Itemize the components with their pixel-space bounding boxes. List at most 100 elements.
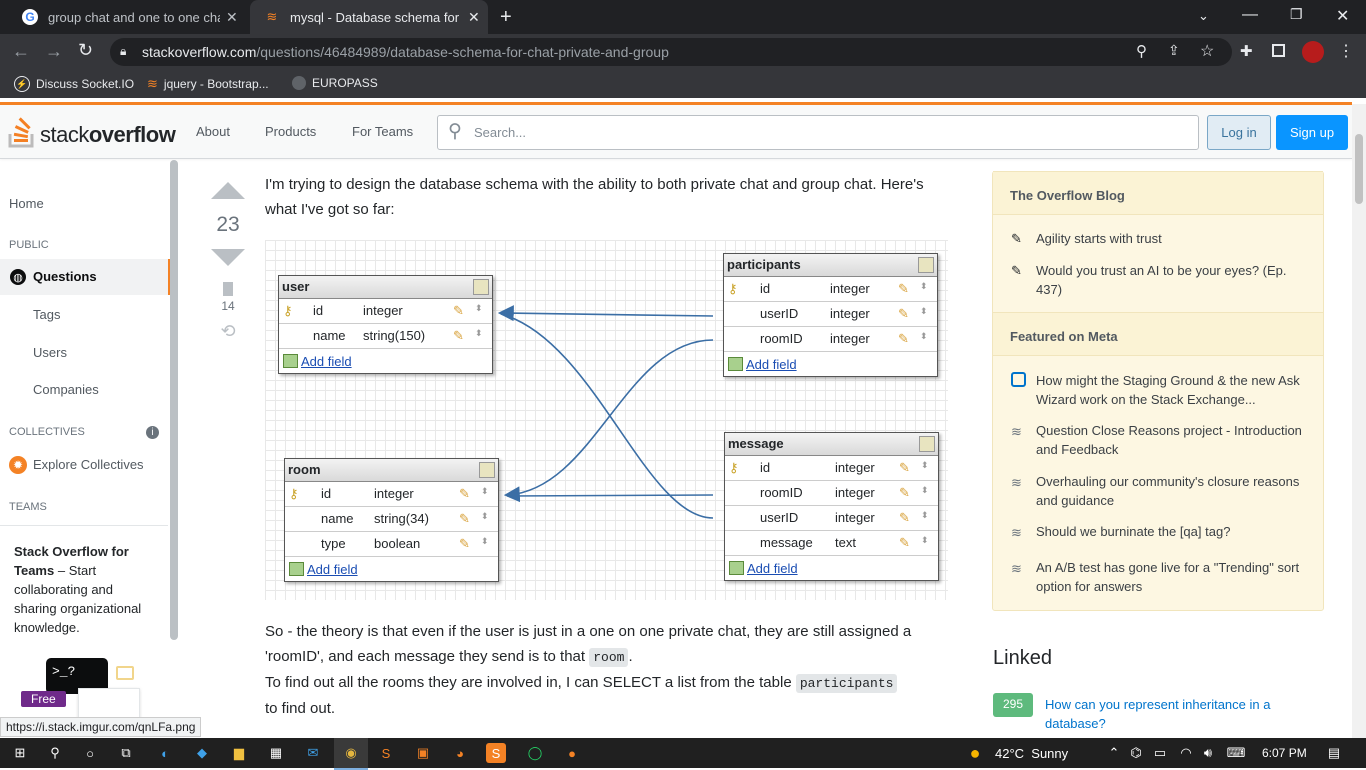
app-icon[interactable]: ▣ xyxy=(413,743,433,763)
firefox-icon[interactable]: ◕ xyxy=(450,743,470,763)
weather-text[interactable]: 42°C Sunny xyxy=(995,746,1068,761)
zoom-icon[interactable]: ⚲ xyxy=(1136,42,1147,60)
search-icon[interactable]: ⚲ xyxy=(45,743,65,763)
page-scrollbar[interactable] xyxy=(1352,104,1366,738)
meta-item-link[interactable]: Overhauling our community's closure reas… xyxy=(1036,473,1306,510)
volume-icon[interactable]: 🔊︎ xyxy=(1198,743,1218,763)
sort-icon[interactable]: ⬍ xyxy=(475,303,483,314)
nav-tags[interactable]: Tags xyxy=(33,307,60,322)
sort-icon[interactable]: ⬍ xyxy=(921,535,929,546)
task-view-icon[interactable]: ⧉ xyxy=(116,743,136,763)
file-explorer-icon[interactable]: ▆ xyxy=(229,743,249,763)
whatsapp-icon[interactable]: ◯ xyxy=(525,743,545,763)
bookmark-item[interactable]: ≋ jquery - Bootstrap... xyxy=(147,76,269,92)
info-icon[interactable]: i xyxy=(146,426,159,439)
url-bar[interactable]: 🔒︎ stackoverflow.com/questions/46484989/… xyxy=(110,38,1232,66)
bookmark-icon[interactable] xyxy=(223,282,233,296)
vscode-icon[interactable]: ◆ xyxy=(192,743,212,763)
meta-item-link[interactable]: Should we burninate the [qa] tag? xyxy=(1036,523,1306,542)
blog-item-link[interactable]: Agility starts with trust xyxy=(1036,230,1306,249)
pencil-icon[interactable]: ✎ xyxy=(459,511,470,527)
sort-icon[interactable]: ⬍ xyxy=(481,486,489,497)
share-icon[interactable]: ⇪ xyxy=(1168,42,1180,59)
close-tab-icon[interactable]: ✕ xyxy=(226,9,238,26)
left-nav-scrollbar[interactable] xyxy=(170,160,178,640)
nav-explore-collectives[interactable]: Explore Collectives xyxy=(33,457,144,472)
sidepanel-icon[interactable] xyxy=(1272,44,1285,57)
blog-item-link[interactable]: Would you trust an AI to be your eyes? (… xyxy=(1036,262,1306,299)
nav-questions[interactable]: ◍ Questions xyxy=(0,259,171,295)
linked-question-link[interactable]: How can you represent inheritance in a d… xyxy=(1045,695,1315,733)
stackoverflow-logo[interactable]: stackoverflow xyxy=(8,114,176,153)
close-window-icon[interactable]: ✕ xyxy=(1336,6,1349,26)
close-tab-icon[interactable]: ✕ xyxy=(468,9,480,26)
downvote-icon[interactable] xyxy=(211,249,245,266)
app-icon[interactable]: S xyxy=(486,743,506,763)
nav-about[interactable]: About xyxy=(196,124,230,139)
windows-start-icon[interactable]: ⊞ xyxy=(10,743,30,763)
new-tab-icon[interactable]: + xyxy=(500,6,512,29)
bookmark-item[interactable]: EUROPASS xyxy=(292,76,378,90)
sort-icon[interactable]: ⬍ xyxy=(921,460,929,471)
add-field[interactable]: Add field xyxy=(724,352,937,376)
nav-for-teams[interactable]: For Teams xyxy=(352,124,413,139)
notifications-icon[interactable]: ▤ xyxy=(1324,743,1344,763)
pencil-icon[interactable]: ✎ xyxy=(899,510,910,526)
pencil-icon[interactable]: ✎ xyxy=(453,328,464,344)
pencil-icon[interactable]: ✎ xyxy=(898,306,909,322)
meta-item-link[interactable]: An A/B test has gone live for a "Trendin… xyxy=(1036,559,1306,596)
sort-icon[interactable]: ⬍ xyxy=(920,281,928,292)
pencil-icon[interactable]: ✎ xyxy=(459,486,470,502)
sort-icon[interactable]: ⬍ xyxy=(920,306,928,317)
wifi-icon[interactable]: ◠ xyxy=(1176,743,1196,763)
cortana-icon[interactable]: ○ xyxy=(80,743,100,763)
edit-table-icon[interactable] xyxy=(473,279,489,295)
pencil-icon[interactable]: ✎ xyxy=(898,281,909,297)
back-icon[interactable]: ← xyxy=(12,41,30,62)
pencil-icon[interactable]: ✎ xyxy=(459,536,470,552)
sort-icon[interactable]: ⬍ xyxy=(481,536,489,547)
nav-products[interactable]: Products xyxy=(265,124,316,139)
scrollbar-thumb[interactable] xyxy=(1355,134,1363,204)
extensions-icon[interactable]: ✚ xyxy=(1240,42,1253,60)
sort-icon[interactable]: ⬍ xyxy=(921,485,929,496)
add-field[interactable]: Add field xyxy=(725,556,938,580)
nav-users[interactable]: Users xyxy=(33,345,67,360)
add-field[interactable]: Add field xyxy=(279,349,492,373)
nav-home[interactable]: Home xyxy=(9,196,44,211)
pencil-icon[interactable]: ✎ xyxy=(899,485,910,501)
edit-table-icon[interactable] xyxy=(918,257,934,273)
edit-table-icon[interactable] xyxy=(919,436,935,452)
nav-companies[interactable]: Companies xyxy=(33,382,99,397)
mail-icon[interactable]: ✉ xyxy=(303,743,323,763)
clock-time[interactable]: 6:07 PM xyxy=(1262,746,1307,760)
bookmark-star-icon[interactable]: ☆ xyxy=(1200,41,1214,61)
restore-icon[interactable]: ❐ xyxy=(1290,6,1303,23)
upvote-icon[interactable] xyxy=(211,182,245,199)
tray-chevron-icon[interactable]: ⌃ xyxy=(1104,743,1124,763)
add-field[interactable]: Add field xyxy=(285,557,498,581)
sort-icon[interactable]: ⬍ xyxy=(475,328,483,339)
search-input[interactable]: ⚲ Search... xyxy=(437,115,1199,150)
signup-button[interactable]: Sign up xyxy=(1276,115,1348,150)
profile-avatar[interactable] xyxy=(1302,41,1324,63)
login-button[interactable]: Log in xyxy=(1207,115,1271,150)
keyboard-icon[interactable]: ⌨ xyxy=(1226,743,1246,763)
edit-table-icon[interactable] xyxy=(479,462,495,478)
browser-tab[interactable]: G group chat and one to one chat ✕ xyxy=(8,0,248,34)
schema-diagram-image[interactable]: user ⚷ id integer ✎ ⬍ name string(150) ✎ ⬍ Add … xyxy=(265,240,948,600)
sublime-icon[interactable]: S xyxy=(376,743,396,763)
battery-icon[interactable]: ▭ xyxy=(1150,743,1170,763)
sort-icon[interactable]: ⬍ xyxy=(920,331,928,342)
menu-icon[interactable]: ⋮ xyxy=(1338,41,1354,61)
pencil-icon[interactable]: ✎ xyxy=(453,303,464,319)
history-icon[interactable]: ⟲ xyxy=(205,321,251,342)
reload-icon[interactable]: ↻ xyxy=(78,40,93,61)
pencil-icon[interactable]: ✎ xyxy=(899,535,910,551)
bookmark-item[interactable]: ⚡ Discuss Socket.IO xyxy=(14,76,134,92)
meta-item-link[interactable]: How might the Staging Ground & the new A… xyxy=(1036,372,1306,409)
forward-icon[interactable]: → xyxy=(45,41,63,62)
tab-search-chevron-icon[interactable]: ⌄ xyxy=(1198,8,1209,24)
meta-item-link[interactable]: Question Close Reasons project - Introdu… xyxy=(1036,422,1306,459)
store-icon[interactable]: ▦ xyxy=(266,743,286,763)
